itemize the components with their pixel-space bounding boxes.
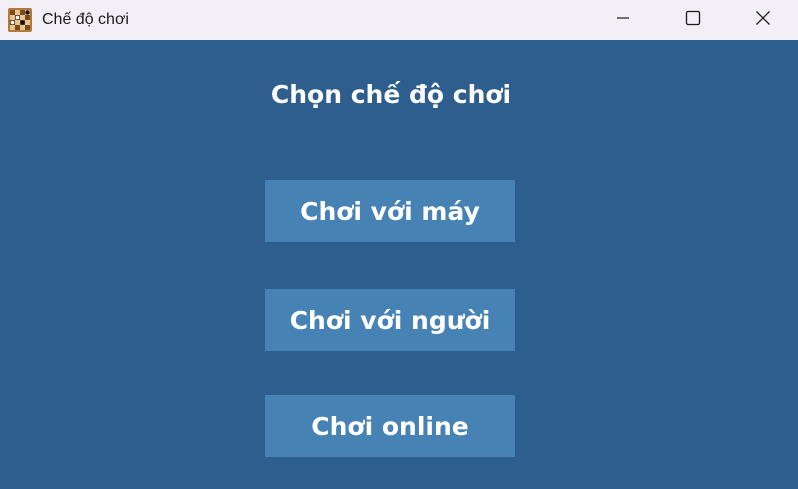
- maximize-button[interactable]: [658, 0, 728, 40]
- play-vs-computer-button[interactable]: Chơi với máy: [265, 180, 515, 242]
- close-icon: [755, 10, 771, 31]
- window-controls: [588, 0, 798, 40]
- play-vs-computer-label: Chơi với máy: [300, 196, 480, 226]
- close-button[interactable]: [728, 0, 798, 40]
- minimize-button[interactable]: [588, 0, 658, 40]
- play-vs-human-label: Chơi với người: [289, 305, 491, 335]
- game-mode-window: Chế độ chơi Chọn chế độ chơi Chơi với má…: [0, 0, 798, 489]
- play-online-label: Chơi online: [311, 411, 469, 441]
- content-area: Chọn chế độ chơi Chơi với máy Chơi với n…: [0, 40, 798, 489]
- maximize-icon: [685, 10, 701, 31]
- minimize-icon: [616, 11, 630, 30]
- title-bar[interactable]: Chế độ chơi: [0, 0, 798, 40]
- play-vs-human-button[interactable]: Chơi với người: [265, 289, 515, 351]
- page-title: Chọn chế độ chơi: [270, 80, 512, 109]
- chessboard-icon: [8, 8, 32, 32]
- play-online-button[interactable]: Chơi online: [265, 395, 515, 457]
- window-title: Chế độ chơi: [42, 11, 129, 28]
